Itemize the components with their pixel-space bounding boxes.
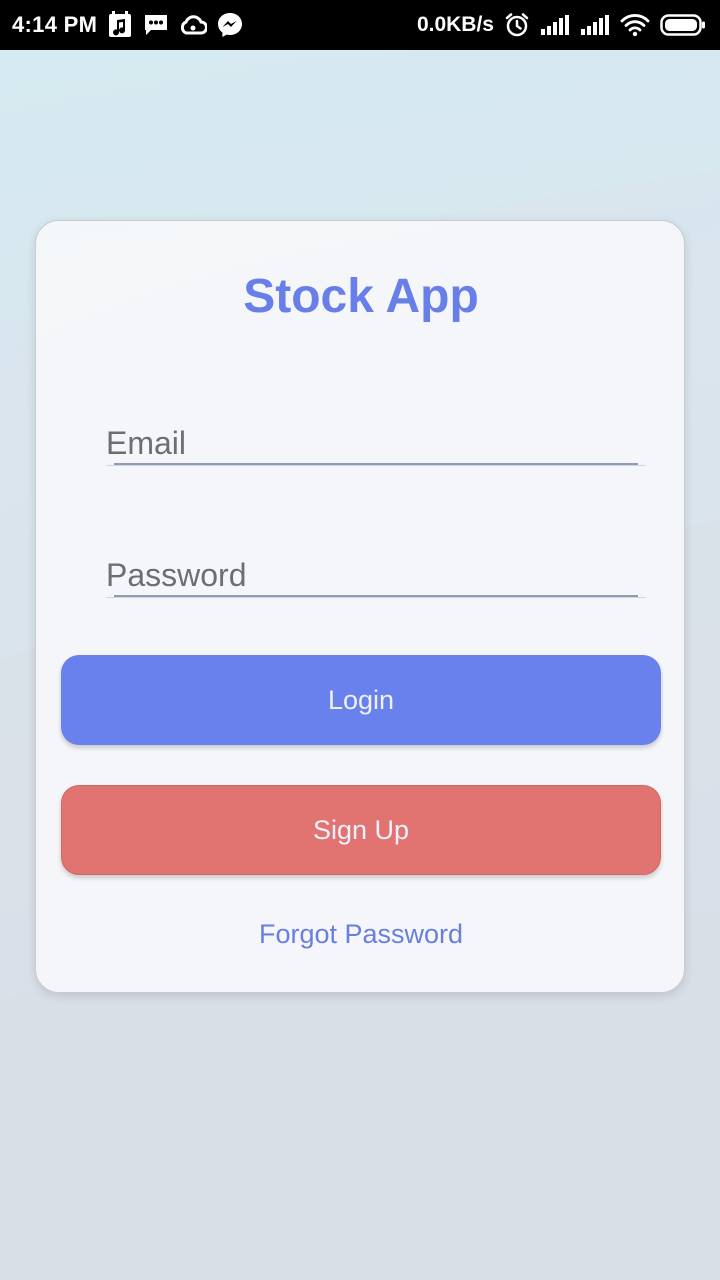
login-card: Stock App Email Password Login Sign Up F… (35, 220, 685, 993)
status-time: 4:14 PM (12, 12, 98, 37)
password-underline (114, 595, 638, 597)
message-icon (143, 12, 169, 38)
signup-button[interactable]: Sign Up (61, 785, 661, 875)
messenger-icon (217, 12, 243, 38)
status-bar-left: 4:14 PM (12, 11, 243, 39)
email-underline (114, 463, 638, 465)
forgot-password-link[interactable]: Forgot Password (36, 919, 686, 950)
login-button[interactable]: Login (61, 655, 661, 745)
network-speed: 0.0KB/s (416, 13, 494, 36)
signal-icon (580, 14, 610, 36)
status-bar: 4:14 PM 0.0KB/s (0, 0, 720, 50)
alarm-icon (504, 12, 530, 38)
wifi-icon (620, 13, 650, 37)
app-title: Stock App (243, 270, 479, 323)
signal-icon (540, 14, 570, 36)
password-field[interactable] (106, 553, 646, 597)
cloud-icon (179, 14, 208, 36)
password-underline-track (106, 597, 646, 598)
status-bar-right: 0.0KB/s (417, 12, 706, 38)
email-field[interactable] (106, 421, 646, 465)
battery-icon (660, 13, 706, 37)
music-notification-icon (107, 11, 133, 39)
email-underline-track (106, 465, 646, 466)
